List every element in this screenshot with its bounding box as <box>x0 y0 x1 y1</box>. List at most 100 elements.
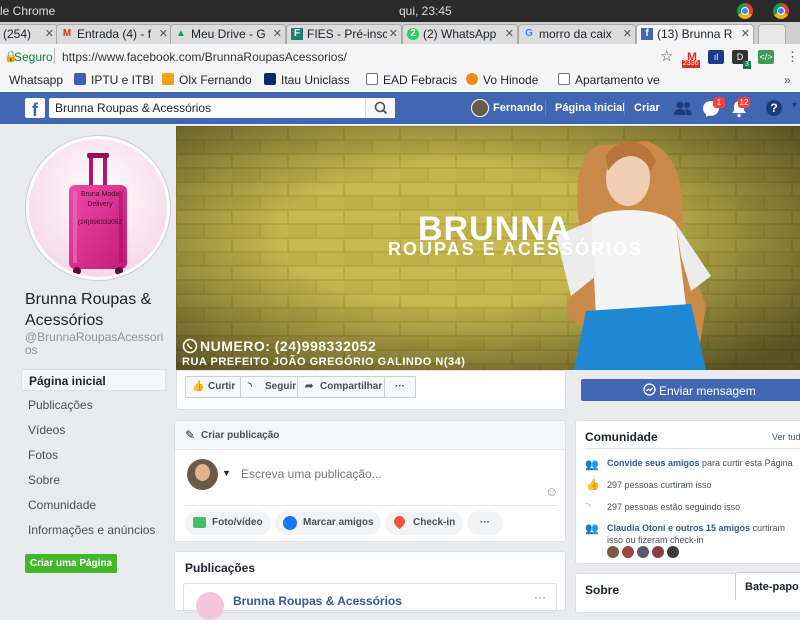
search-input[interactable] <box>49 98 395 118</box>
bookmark-item[interactable]: Itau Uniclass <box>264 73 350 87</box>
friend-avatar[interactable] <box>622 546 634 558</box>
share-button[interactable]: ➦ Compartilhar <box>297 376 385 398</box>
close-icon[interactable]: ✕ <box>273 27 282 40</box>
sidebar-item-about[interactable]: Sobre <box>21 469 166 491</box>
bookmark-star-icon[interactable]: ☆ <box>660 47 673 65</box>
friends-icon[interactable] <box>673 100 693 116</box>
publications-card: Publicações Brunna Roupas & Acessórios ·… <box>174 551 566 620</box>
like-button[interactable]: 👍 Curtir <box>185 376 241 398</box>
tab-item[interactable]: M Entrada (4) - f ✕ <box>56 24 172 44</box>
friend-avatar[interactable] <box>637 546 649 558</box>
friends-checkin-link[interactable]: Claudia Otoni e outros 15 amigos <box>607 523 750 533</box>
help-icon[interactable]: ? <box>766 100 782 116</box>
search-button[interactable] <box>365 98 395 118</box>
tab-label: (254) <box>3 27 32 41</box>
invite-friends-link[interactable]: Convide seus amigos <box>607 458 700 468</box>
url-field[interactable]: https://www.facebook.com/BrunnaRoupasAce… <box>62 50 347 64</box>
os-app-name: le Chrome <box>0 4 56 18</box>
photo-icon <box>193 517 206 528</box>
more-bookmarks-icon[interactable]: » <box>784 73 791 87</box>
avatar[interactable] <box>471 99 489 117</box>
follow-button[interactable]: ◝ Seguir <box>240 376 298 398</box>
user-link[interactable]: Fernando <box>493 102 543 114</box>
home-link[interactable]: Página inicial <box>555 102 625 114</box>
sidebar-item-photos[interactable]: Fotos <box>21 444 166 466</box>
bookmark-item[interactable]: Whatsapp <box>9 73 63 87</box>
facebook-logo-icon[interactable]: f <box>25 98 45 118</box>
bookmark-item[interactable]: Olx Fernando <box>162 73 252 87</box>
pencil-icon: ✎ <box>185 428 196 442</box>
chrome-icon[interactable] <box>737 3 753 19</box>
bookmark-item[interactable]: IPTU e ITBI <box>74 73 154 87</box>
sidebar-item-posts[interactable]: Publicações <box>21 394 166 416</box>
chat-tab[interactable]: Bate-papo - <box>735 572 800 600</box>
close-icon[interactable]: ✕ <box>389 27 398 40</box>
page-title[interactable]: Brunna Roupas & Acessórios <box>25 289 175 331</box>
tab-item[interactable]: F FIES - Pré-insc ✕ <box>286 24 402 44</box>
os-clock[interactable]: qui, 23:45 <box>399 4 452 18</box>
post-author-link[interactable]: Brunna Roupas & Acessórios <box>233 594 402 608</box>
post-input[interactable] <box>239 463 543 485</box>
code-extension-icon[interactable]: </> <box>758 50 774 64</box>
sidebar-item-community[interactable]: Comunidade <box>21 494 166 516</box>
chrome-icon[interactable] <box>773 3 789 19</box>
tab-item[interactable]: 2 (2) WhatsApp ✕ <box>402 24 518 44</box>
more-actions-button[interactable]: ··· <box>384 376 416 398</box>
menu-icon[interactable]: ⋮ <box>786 49 799 65</box>
see-all-link[interactable]: Ver tud <box>772 432 800 442</box>
close-icon[interactable]: ✕ <box>741 27 750 40</box>
sidebar-item-home[interactable]: Página inicial <box>21 369 166 391</box>
page-handle[interactable]: @BrunnaRoupasAcessorios <box>25 331 165 357</box>
bookmark-label: Vo Hinode <box>483 73 539 87</box>
bookmark-item[interactable]: Vo Hinode <box>466 73 538 87</box>
google-icon: G <box>525 28 533 39</box>
page-actions-bar: 👍 Curtir ◝ Seguir ➦ Compartilhar ··· <box>176 370 566 410</box>
bookmark-item[interactable]: Apartamento ve <box>558 73 660 87</box>
tab-item[interactable]: ▲ Meu Drive - G ✕ <box>170 24 286 44</box>
bookmarks-bar: Whatsapp IPTU e ITBI Olx Fernando Itau U… <box>0 70 800 93</box>
thumbs-up-icon: 👍 <box>192 381 205 392</box>
tag-friends-button[interactable]: Marcar amigos <box>275 511 381 535</box>
close-icon[interactable]: ✕ <box>623 27 632 40</box>
bookmark-item[interactable]: EAD Febracis <box>366 73 457 87</box>
page-icon <box>558 73 570 85</box>
send-message-button[interactable]: Enviar mensagem <box>581 379 800 401</box>
chevron-down-icon[interactable]: ▼ <box>222 468 231 478</box>
friend-avatar[interactable] <box>607 546 619 558</box>
new-tab-button[interactable] <box>758 24 786 44</box>
friend-avatar[interactable] <box>667 546 679 558</box>
more-options-button[interactable]: ··· <box>467 511 503 535</box>
tab-item[interactable]: G morro da caix ✕ <box>518 24 636 44</box>
create-link[interactable]: Criar <box>634 102 660 114</box>
cover-photo[interactable]: BRUNNA ROUPAS E ACESSÓRIOS NUMERO: (24)9… <box>176 126 800 370</box>
send-message-label: Enviar mensagem <box>659 384 756 398</box>
chevron-down-icon[interactable]: ▾ <box>792 100 797 111</box>
friends-icon: 👥 <box>585 523 599 535</box>
page-profile-picture[interactable]: Bruna Moda Delivery (24)998332052 <box>26 136 170 280</box>
sidebar-item-videos[interactable]: Vídeos <box>21 419 166 441</box>
create-page-button[interactable]: Criar uma Página <box>25 554 117 573</box>
photo-video-button[interactable]: Foto/vídeo <box>185 511 271 535</box>
check-in-button[interactable]: Check-in <box>385 511 463 535</box>
avatar[interactable] <box>187 459 218 490</box>
invite-row: Convide seus amigos para curtir esta Pág… <box>607 457 800 469</box>
follows-count[interactable]: 297 pessoas estão seguindo isso <box>607 501 740 513</box>
tab-strip: (254) ✕ M Entrada (4) - f ✕ ▲ Meu Drive … <box>0 22 800 44</box>
tab-label: (13) Brunna R <box>657 27 733 41</box>
tab-item-active[interactable]: f (13) Brunna R ✕ <box>636 24 754 44</box>
sidebar-item-info-ads[interactable]: Informações e anúncios <box>21 519 166 541</box>
close-icon[interactable]: ✕ <box>159 27 168 40</box>
likes-count[interactable]: 297 pessoas curtiram isso <box>607 479 712 491</box>
analytics-extension-icon[interactable]: ıl <box>708 50 724 64</box>
thumbs-up-icon: 👍 <box>586 479 600 491</box>
follow-label: Seguir <box>265 381 297 392</box>
friend-avatar[interactable] <box>652 546 664 558</box>
close-icon[interactable]: ✕ <box>45 27 54 40</box>
emoji-icon[interactable]: ☺ <box>545 484 558 499</box>
more-icon[interactable]: ··· <box>534 590 546 604</box>
create-post-header[interactable]: ✎ Criar publicação <box>175 421 565 450</box>
avatar[interactable] <box>196 592 224 620</box>
tab-item[interactable]: (254) ✕ <box>0 24 58 44</box>
close-icon[interactable]: ✕ <box>505 27 514 40</box>
checkin-row: Claudia Otoni e outros 15 amigos curtira… <box>607 522 800 546</box>
